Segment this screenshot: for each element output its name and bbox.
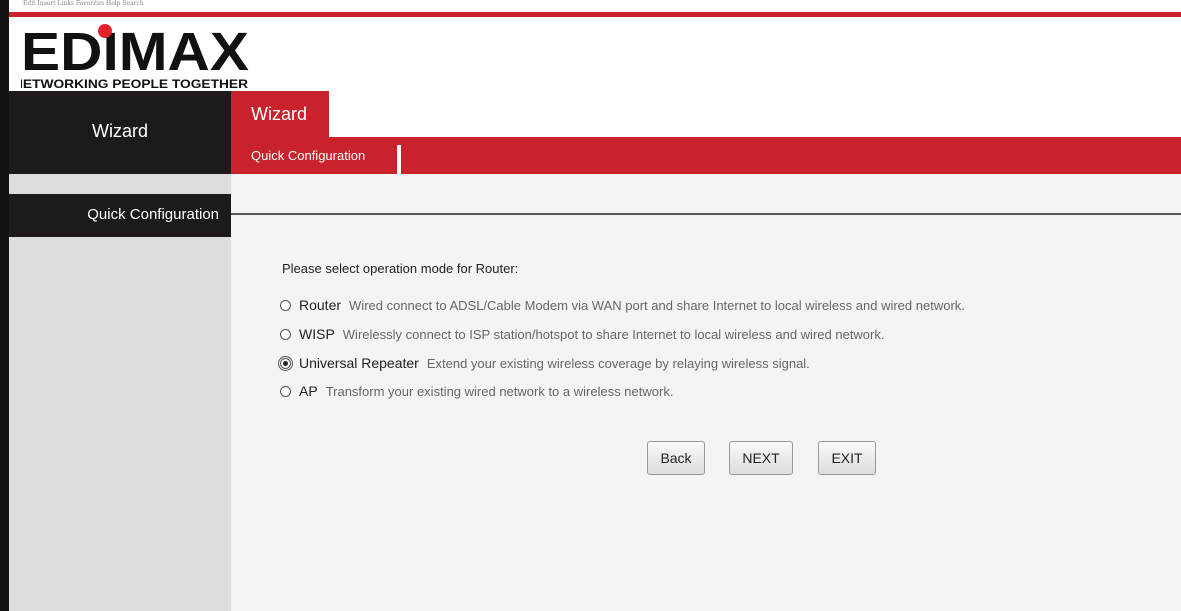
logo-dot-icon (98, 24, 112, 38)
exit-button[interactable]: EXIT (818, 441, 876, 475)
sidebar-spacer (9, 174, 231, 194)
radio-router[interactable] (280, 299, 291, 311)
option-wisp-description: Wirelessly connect to ISP station/hotspo… (342, 326, 885, 342)
logo-text: EDIMAX (21, 22, 249, 82)
option-wisp[interactable]: WISP Wirelessly connect to ISP station/h… (280, 326, 884, 342)
subnav-bar: Quick Configuration (231, 137, 1181, 174)
option-router-name: Router (299, 297, 342, 313)
main-content (231, 194, 1181, 611)
window-left-border (0, 0, 9, 611)
edimax-logo: EDIMAX NETWORKING PEOPLE TOGETHER (21, 22, 249, 91)
operation-mode-prompt: Please select operation mode for Router: (282, 261, 519, 276)
option-universal-repeater-name: Universal Repeater (299, 355, 419, 371)
nav-category[interactable]: Wizard (9, 91, 231, 174)
subnav-divider (397, 145, 401, 174)
back-button[interactable]: Back (647, 441, 705, 475)
nav-category-label: Wizard (91, 121, 148, 141)
option-router-description: Wired connect to ADSL/Cable Modem via WA… (349, 297, 965, 313)
browser-menu-strip: Edit Insert Links Favorites Help Search (9, 0, 1181, 12)
option-wisp-name: WISP (299, 326, 335, 342)
option-ap-name: AP (299, 383, 318, 399)
radio-universal-repeater[interactable] (278, 355, 293, 371)
next-button[interactable]: NEXT (729, 441, 793, 475)
option-ap[interactable]: AP Transform your existing wired network… (280, 383, 673, 399)
subnav-item-quick-configuration[interactable]: Quick Configuration (251, 148, 365, 163)
content-divider (231, 213, 1181, 215)
main-spacer (231, 174, 1181, 194)
sidebar (9, 237, 231, 611)
sidebar-item-label: Quick Configuration (87, 206, 219, 223)
sidebar-item-quick-configuration[interactable]: Quick Configuration (9, 194, 231, 237)
option-universal-repeater-description: Extend your existing wireless coverage b… (426, 355, 810, 371)
radio-wisp[interactable] (280, 328, 291, 340)
tab-wizard-label: Wizard (251, 104, 308, 124)
option-router[interactable]: Router Wired connect to ADSL/Cable Modem… (280, 297, 965, 313)
header: EDIMAX NETWORKING PEOPLE TOGETHER (9, 17, 1181, 91)
option-universal-repeater[interactable]: Universal Repeater Extend your existing … (278, 355, 810, 371)
logo-tagline: NETWORKING PEOPLE TOGETHER (21, 79, 249, 91)
option-ap-description: Transform your existing wired network to… (325, 383, 674, 399)
tab-wizard[interactable]: Wizard (231, 91, 329, 137)
radio-ap[interactable] (280, 385, 291, 397)
browser-menu-text: Edit Insert Links Favorites Help Search (23, 0, 144, 7)
